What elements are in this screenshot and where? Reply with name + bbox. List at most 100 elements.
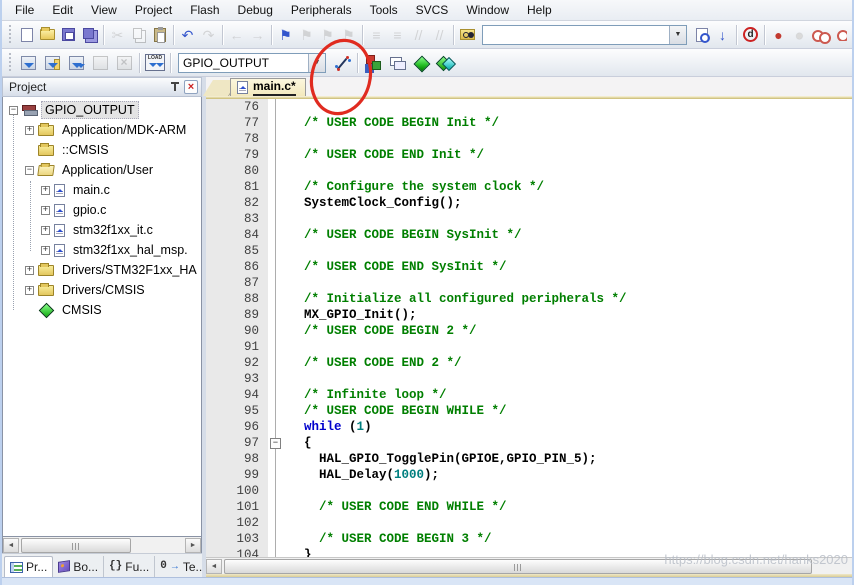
tree-item-label: main.c: [73, 183, 110, 197]
insert-breakpoint-button[interactable]: ●: [768, 24, 789, 46]
menu-edit[interactable]: Edit: [43, 1, 82, 19]
toolbar-grip[interactable]: [7, 52, 13, 73]
enable-disable-breakpoint-icon: ●: [795, 26, 804, 43]
scrollbar-thumb[interactable]: [224, 558, 812, 574]
tree-item-stm32f1xx-hal-msp-[interactable]: + stm32f1xx_hal_msp.: [3, 240, 201, 260]
open-button[interactable]: [37, 24, 58, 46]
save-button[interactable]: [58, 24, 79, 46]
scrollbar-track[interactable]: [222, 558, 852, 574]
download-button[interactable]: LOAD: [143, 51, 167, 75]
tree-item-gpio-output[interactable]: − GPIO_OUTPUT: [3, 100, 201, 120]
scroll-left-button[interactable]: ◄: [3, 537, 19, 553]
tree-item-drivers-cmsis[interactable]: + Drivers/CMSIS: [3, 280, 201, 300]
editor-tab-label: main.c*: [253, 79, 296, 96]
functions-tab[interactable]: {} Fu...: [104, 556, 156, 577]
scroll-right-button[interactable]: ►: [185, 537, 201, 553]
tree-item-label: gpio.c: [73, 203, 107, 217]
undo-button[interactable]: ↶: [177, 24, 198, 46]
scroll-left-button[interactable]: ◄: [206, 558, 222, 574]
incremental-find-icon: ↓: [719, 26, 726, 43]
menu-project[interactable]: Project: [126, 1, 181, 19]
tree-item-stm32f1xx-it-c[interactable]: + stm32f1xx_it.c: [3, 220, 201, 240]
project-tab[interactable]: Pr...: [4, 556, 54, 577]
rebuild-all-button[interactable]: [64, 51, 88, 75]
tree-expander[interactable]: +: [25, 265, 34, 275]
code-text: /* Configure the system clock */: [289, 180, 545, 194]
tree-expander[interactable]: +: [25, 125, 34, 135]
menu-file[interactable]: File: [6, 1, 43, 19]
file-extensions-books-button[interactable]: [361, 51, 385, 75]
options-for-target-button[interactable]: [330, 51, 354, 75]
tree-expander[interactable]: +: [41, 185, 50, 195]
find-in-files-button[interactable]: [457, 24, 478, 46]
nav-back-button: ←: [226, 24, 247, 46]
scrollbar-track[interactable]: [19, 537, 185, 553]
line-number: 94: [206, 387, 268, 403]
save-all-button[interactable]: [79, 24, 100, 46]
menu-svcs[interactable]: SVCS: [407, 1, 458, 19]
tree-item-application-mdk-arm[interactable]: + Application/MDK-ARM: [3, 120, 201, 140]
menu-debug[interactable]: Debug: [229, 1, 282, 19]
enable-disable-breakpoint-button[interactable]: ●: [789, 24, 810, 46]
menu-help[interactable]: Help: [518, 1, 561, 19]
paste-button[interactable]: [149, 24, 170, 46]
code-area[interactable]: 76 77 /* USER CODE BEGIN Init */78 79 /* U…: [206, 99, 852, 557]
find-all-references-icon: d: [743, 27, 758, 42]
code-line: 90 /* USER CODE BEGIN 2 */: [206, 323, 852, 339]
find-all-references-button[interactable]: d: [740, 24, 761, 46]
tab-main-c[interactable]: main.c*: [230, 78, 306, 96]
build-button[interactable]: [40, 51, 64, 75]
fold-collapse-button[interactable]: −: [270, 438, 281, 449]
tree-expander[interactable]: −: [25, 165, 34, 175]
search-combobox-dropdown-button[interactable]: ▼: [669, 25, 686, 44]
target-combobox-dropdown-button[interactable]: ▼: [308, 53, 325, 72]
tree-item-drivers-stm32f1xx-ha[interactable]: + Drivers/STM32F1xx_HA: [3, 260, 201, 280]
find-button[interactable]: [691, 24, 712, 46]
books-tab[interactable]: Bo...: [53, 556, 105, 577]
translate-button[interactable]: [16, 51, 40, 75]
tree-item-label: CMSIS: [62, 303, 102, 317]
new-file-button[interactable]: [16, 24, 37, 46]
target-combobox[interactable]: GPIO_OUTPUT ▼: [178, 52, 326, 73]
tree-item--cmsis[interactable]: ::CMSIS: [3, 140, 201, 160]
manage-run-time-environment-button[interactable]: [409, 51, 433, 75]
tree-expander[interactable]: +: [41, 245, 50, 255]
kill-all-breakpoints-button[interactable]: [810, 24, 831, 46]
fold-margin: [268, 195, 284, 211]
tree-expander[interactable]: +: [41, 225, 50, 235]
scrollbar-thumb[interactable]: [21, 537, 131, 553]
tree-expander[interactable]: +: [25, 285, 34, 295]
tree-expander[interactable]: +: [41, 205, 50, 215]
toolbar-separator: [362, 24, 363, 45]
menu-peripherals[interactable]: Peripherals: [282, 1, 361, 19]
fold-margin: [268, 99, 284, 115]
tree-expander[interactable]: −: [9, 105, 18, 115]
line-number: 93: [206, 371, 268, 387]
toolbar-grip[interactable]: [7, 24, 13, 45]
menu-view[interactable]: View: [82, 1, 126, 19]
bookmark-toggle-button[interactable]: ⚑: [275, 24, 296, 46]
tree-item-cmsis[interactable]: CMSIS: [3, 300, 201, 320]
pack-installer-button[interactable]: [433, 51, 457, 75]
toolbar-separator: [170, 52, 171, 73]
menu-tools[interactable]: Tools: [361, 1, 407, 19]
menu-window[interactable]: Window: [457, 1, 518, 19]
pin-icon[interactable]: [170, 81, 180, 93]
fold-margin: [268, 355, 284, 371]
menu-flash[interactable]: Flash: [181, 1, 228, 19]
incremental-find-button[interactable]: ↓: [712, 24, 733, 46]
fold-margin: [268, 131, 284, 147]
disable-all-breakpoints-button[interactable]: [831, 24, 852, 46]
close-panel-button[interactable]: ×: [184, 80, 198, 94]
line-number: 88: [206, 291, 268, 307]
search-combobox[interactable]: ▼: [482, 24, 687, 45]
tree-item-application-user[interactable]: − Application/User: [3, 160, 201, 180]
tree-item-gpio-c[interactable]: + gpio.c: [3, 200, 201, 220]
code-text: HAL_GPIO_TogglePin(GPIOE,GPIO_PIN_5);: [289, 452, 597, 466]
fold-margin: [268, 371, 284, 387]
manage-project-items-button[interactable]: [385, 51, 409, 75]
tree-item-main-c[interactable]: + main.c: [3, 180, 201, 200]
